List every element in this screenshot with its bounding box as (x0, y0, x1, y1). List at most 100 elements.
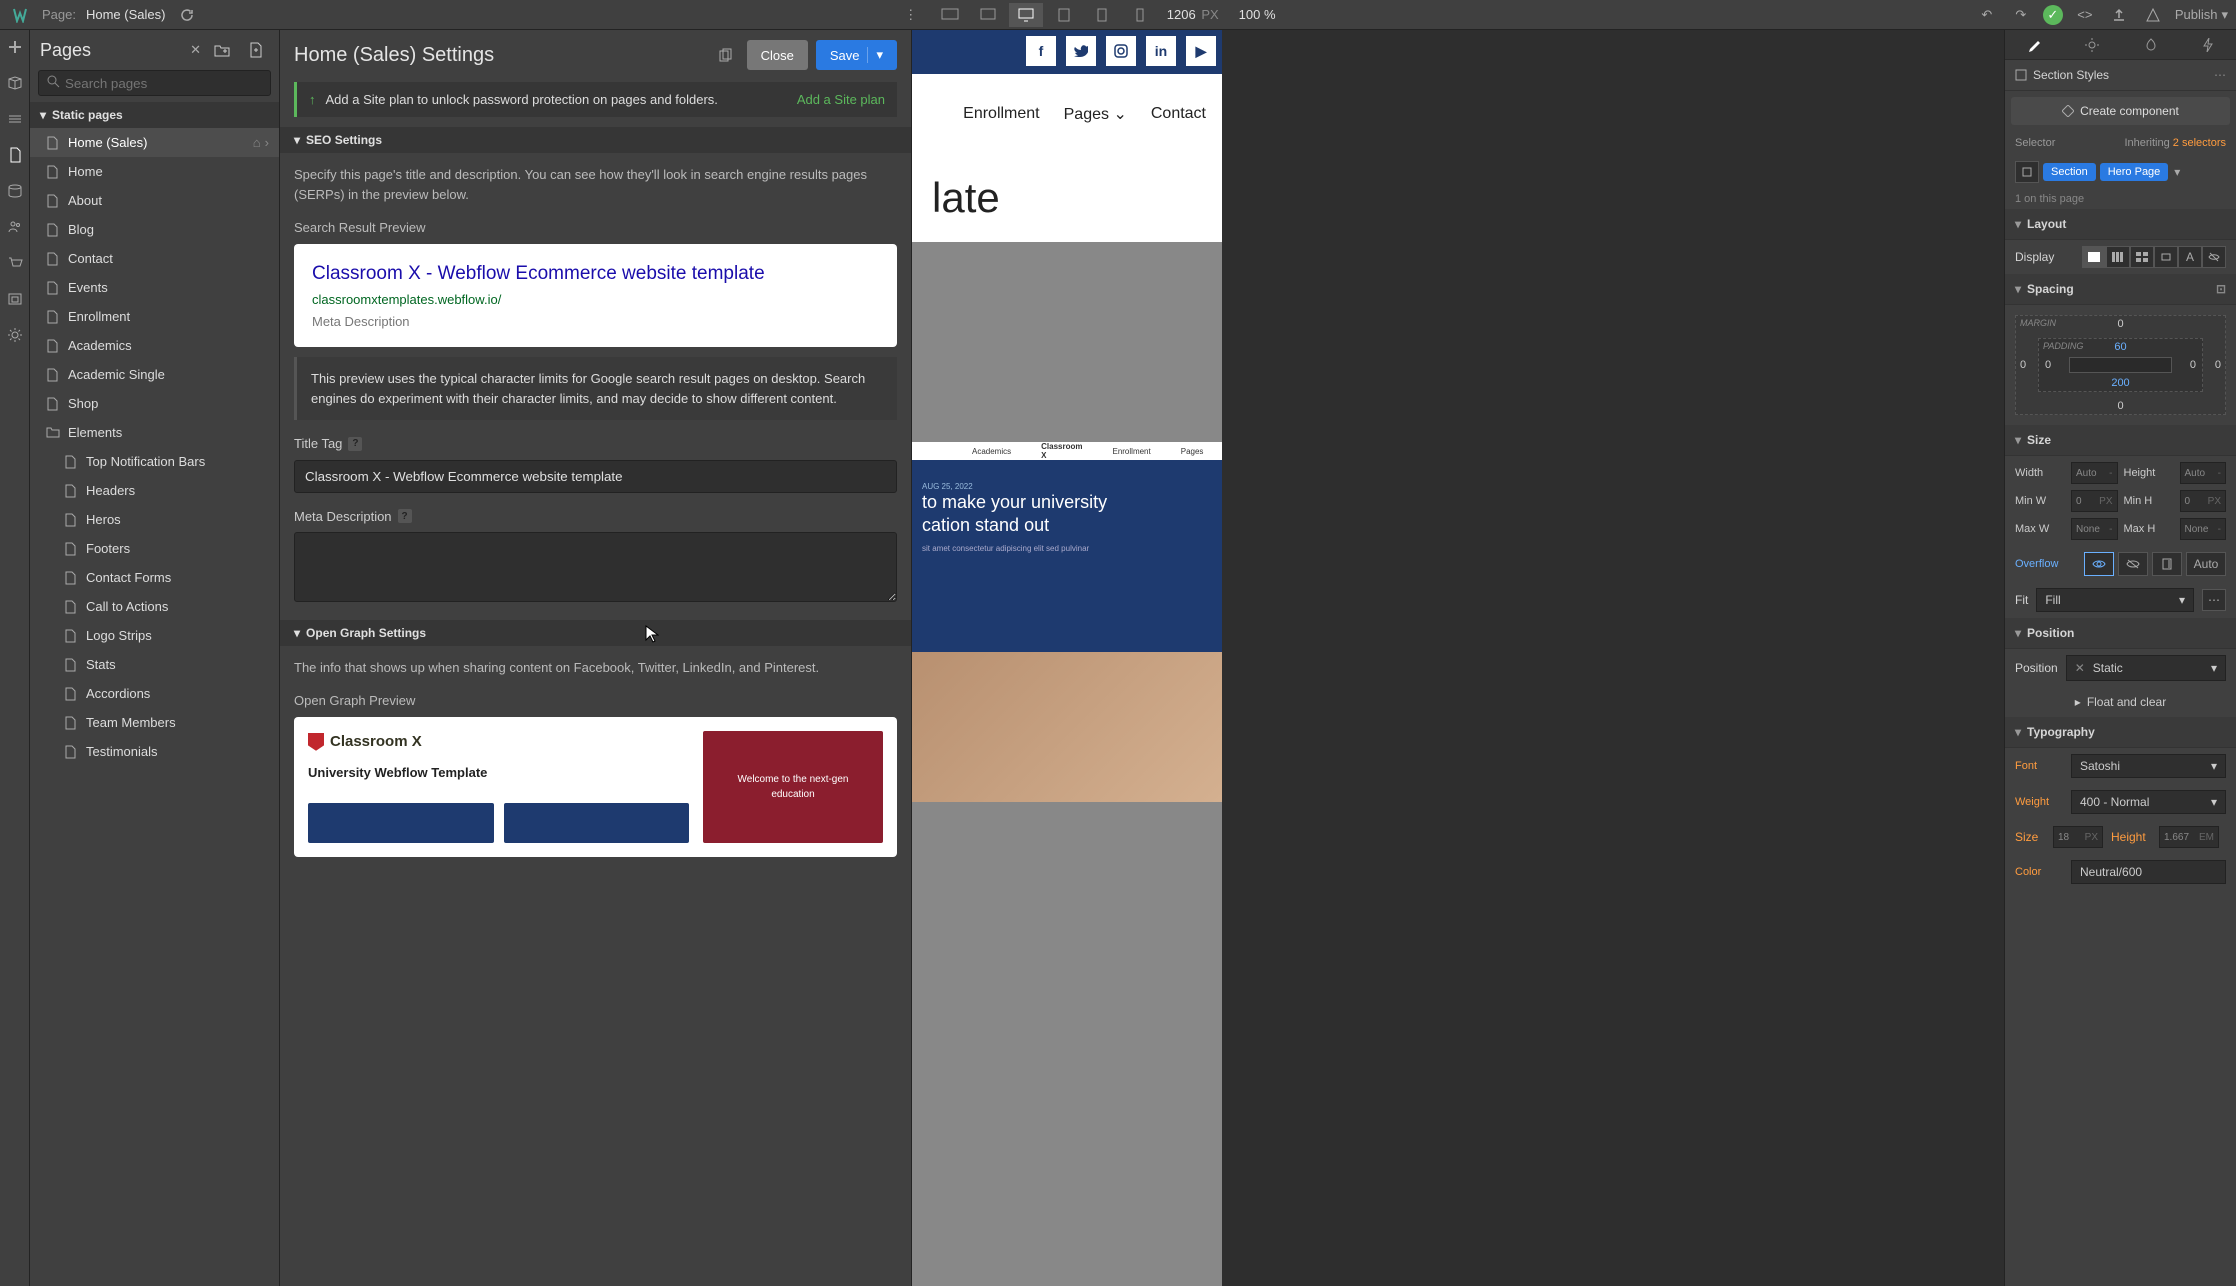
save-button[interactable]: Save▾ (816, 40, 897, 70)
bp-xl-icon[interactable] (933, 3, 967, 27)
selector-hero[interactable]: Hero Page (2100, 163, 2169, 181)
instagram-icon[interactable] (1106, 36, 1136, 66)
page-item[interactable]: Accordions (30, 679, 279, 708)
page-item[interactable]: Shop (30, 389, 279, 418)
ecommerce-icon[interactable] (4, 252, 26, 274)
page-item[interactable]: Academic Single (30, 360, 279, 389)
redo-icon[interactable]: ↷ (2009, 3, 2033, 27)
display-flex-icon[interactable] (2106, 246, 2130, 268)
typography-heading[interactable]: ▾Typography (2005, 717, 2236, 748)
more-icon[interactable]: ⋮ (899, 3, 923, 27)
page-item[interactable]: Call to Actions (30, 592, 279, 621)
page-item[interactable]: Footers (30, 534, 279, 563)
add-element-icon[interactable] (4, 36, 26, 58)
layout-heading[interactable]: ▾Layout (2005, 209, 2236, 240)
size-heading[interactable]: ▾Size (2005, 425, 2236, 456)
page-item[interactable]: Testimonials (30, 737, 279, 766)
page-item[interactable]: Top Notification Bars (30, 447, 279, 476)
fit-select[interactable]: Fill▾ (2036, 588, 2194, 612)
styles-tab-icon[interactable] (2027, 38, 2041, 52)
og-heading[interactable]: ▾Open Graph Settings (280, 620, 911, 646)
chevron-down-icon[interactable]: ▾ (2174, 165, 2180, 179)
weight-select[interactable]: 400 - Normal▾ (2071, 790, 2226, 814)
maxh-input[interactable]: None- (2180, 518, 2227, 540)
page-item[interactable]: Contact (30, 244, 279, 273)
overflow-visible-icon[interactable] (2084, 552, 2114, 576)
youtube-icon[interactable]: ▶ (1186, 36, 1216, 66)
bp-mobile-icon[interactable] (1123, 3, 1157, 27)
page-item[interactable]: Headers (30, 476, 279, 505)
add-site-plan-link[interactable]: Add a Site plan (797, 92, 885, 107)
style-manager-tab-icon[interactable] (2144, 38, 2158, 52)
spacing-editor[interactable]: MARGIN 0 0 0 0 PADDING 60 200 0 0 (2005, 305, 2236, 425)
create-component-button[interactable]: Create component (2011, 97, 2230, 125)
code-icon[interactable]: <> (2073, 3, 2097, 27)
nav-enrollment[interactable]: Enrollment (963, 105, 1039, 123)
layers-icon[interactable] (4, 108, 26, 130)
refresh-icon[interactable] (175, 3, 199, 27)
fit-extra-icon[interactable]: ⋯ (2202, 589, 2226, 611)
page-item[interactable]: Home (Sales)⌂› (30, 128, 279, 157)
bp-tablet-icon[interactable] (1047, 3, 1081, 27)
nav-contact[interactable]: Contact (1151, 105, 1206, 123)
position-select[interactable]: ✕Static▾ (2066, 655, 2226, 681)
box-icon[interactable] (4, 72, 26, 94)
close-panel-icon[interactable]: ✕ (190, 42, 201, 58)
page-name[interactable]: Home (Sales) (86, 7, 165, 22)
meta-desc-input[interactable] (294, 532, 897, 602)
color-select[interactable]: Neutral/600 (2071, 860, 2226, 884)
audit-icon[interactable] (2141, 3, 2165, 27)
users-icon[interactable] (4, 216, 26, 238)
undo-icon[interactable]: ↶ (1975, 3, 1999, 27)
facebook-icon[interactable]: f (1026, 36, 1056, 66)
selector-state-icon[interactable] (2015, 161, 2039, 183)
minw-input[interactable]: 0PX (2071, 490, 2118, 512)
status-ok-icon[interactable]: ✓ (2043, 5, 2063, 25)
page-item[interactable]: Team Members (30, 708, 279, 737)
overflow-auto[interactable]: Auto (2186, 552, 2226, 576)
duplicate-icon[interactable] (713, 42, 739, 68)
display-grid-icon[interactable] (2130, 246, 2154, 268)
page-item[interactable]: Contact Forms (30, 563, 279, 592)
static-pages-category[interactable]: ▾Static pages (30, 102, 279, 128)
assets-icon[interactable] (4, 288, 26, 310)
bp-lg-icon[interactable] (971, 3, 1005, 27)
search-input[interactable] (38, 70, 271, 96)
display-inline-block-icon[interactable] (2154, 246, 2178, 268)
minh-input[interactable]: 0PX (2180, 490, 2227, 512)
close-button[interactable]: Close (747, 40, 808, 70)
font-size-input[interactable]: 18PX (2053, 826, 2103, 848)
title-tag-input[interactable] (294, 460, 897, 493)
maxw-input[interactable]: None- (2071, 518, 2118, 540)
settings-rail-icon[interactable] (4, 324, 26, 346)
float-clear-toggle[interactable]: ▸Float and clear (2005, 687, 2236, 717)
page-item[interactable]: About (30, 186, 279, 215)
help-icon[interactable]: ? (348, 437, 362, 451)
overflow-scroll-icon[interactable] (2152, 552, 2182, 576)
page-item[interactable]: Blog (30, 215, 279, 244)
settings-tab-icon[interactable] (2085, 38, 2099, 52)
page-item[interactable]: Home (30, 157, 279, 186)
export-icon[interactable] (2107, 3, 2131, 27)
cms-icon[interactable] (4, 180, 26, 202)
display-inline-icon[interactable]: A (2178, 246, 2202, 268)
publish-button[interactable]: Publish ▾ (2175, 7, 2228, 23)
page-item[interactable]: Academics (30, 331, 279, 360)
bp-desktop-icon[interactable] (1009, 3, 1043, 27)
page-item[interactable]: Logo Strips (30, 621, 279, 650)
selector-section[interactable]: Section (2043, 163, 2096, 181)
bp-tablet-sm-icon[interactable] (1085, 3, 1119, 27)
nav-pages[interactable]: Pages ⌄ (1064, 104, 1127, 124)
zoom-level[interactable]: 100 % (1239, 7, 1276, 22)
page-item[interactable]: Stats (30, 650, 279, 679)
webflow-logo[interactable] (8, 3, 32, 27)
interactions-tab-icon[interactable] (2202, 38, 2214, 52)
help-icon[interactable]: ? (398, 509, 412, 523)
width-input[interactable]: Auto- (2071, 462, 2118, 484)
page-item[interactable]: Heros (30, 505, 279, 534)
overflow-hidden-icon[interactable] (2118, 552, 2148, 576)
spacing-options-icon[interactable]: ⊡ (2216, 282, 2226, 296)
display-block-icon[interactable] (2082, 246, 2106, 268)
canvas-width[interactable]: 1206 PX (1167, 7, 1219, 22)
font-select[interactable]: Satoshi▾ (2071, 754, 2226, 778)
